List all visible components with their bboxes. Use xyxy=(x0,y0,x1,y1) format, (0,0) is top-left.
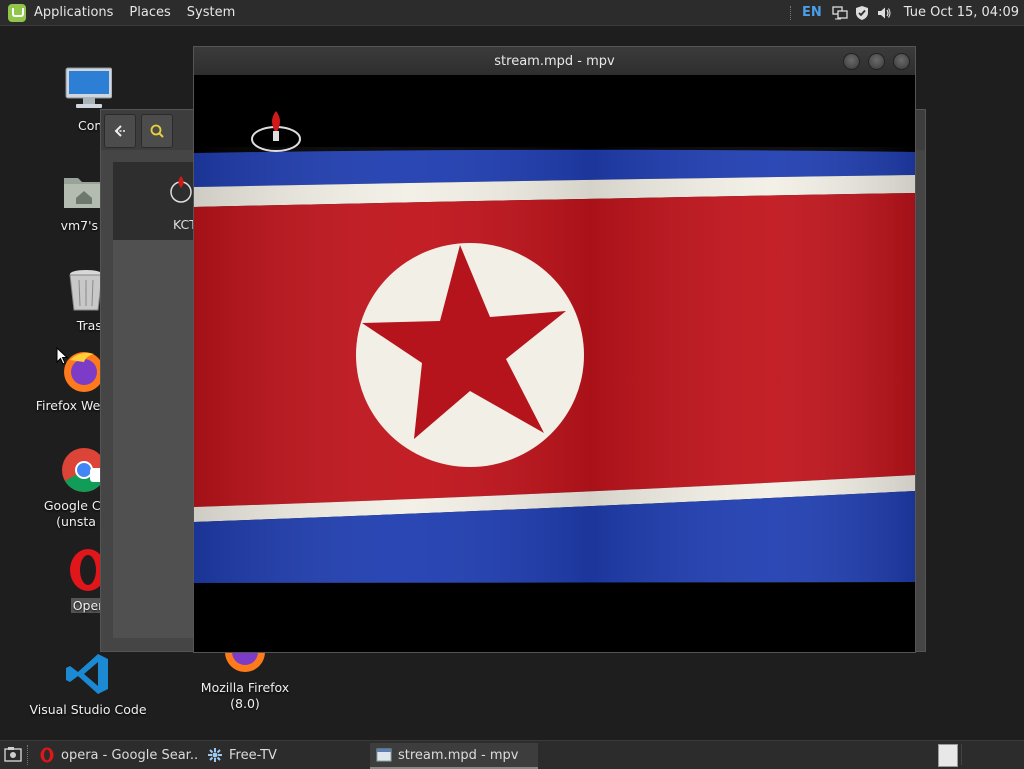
mpv-window[interactable]: stream.mpd - mpv xyxy=(193,46,916,653)
back-button[interactable] xyxy=(104,114,136,148)
tray-separator xyxy=(790,5,792,20)
shield-icon[interactable] xyxy=(854,5,870,21)
desktop-icon-vscode[interactable]: Visual Studio Code xyxy=(28,650,148,718)
taskbar-item-freetv[interactable]: Free-TV xyxy=(201,743,365,767)
workspace-switcher[interactable] xyxy=(938,744,958,767)
desktop-icon-mozilla-firefox[interactable]: Mozilla Firefox (8.0) xyxy=(184,650,306,712)
window-icon xyxy=(376,748,392,762)
search-button[interactable] xyxy=(141,114,173,148)
maximize-button[interactable] xyxy=(868,53,885,70)
video-area[interactable] xyxy=(194,75,915,652)
top-panel: Applications Places System EN Tue Oct 15… xyxy=(0,0,1024,26)
menu-places[interactable]: Places xyxy=(121,5,178,20)
desktop-icon-label: Mozilla Firefox (8.0) xyxy=(200,680,290,711)
back-arrow-icon xyxy=(114,125,125,137)
minimize-button[interactable] xyxy=(843,53,860,70)
menu-system[interactable]: System xyxy=(179,5,243,20)
freetv-icon xyxy=(208,748,222,762)
workspace-switcher-empty[interactable] xyxy=(961,744,1022,765)
taskbar: opera - Google Sear... Free-TV stream.mp… xyxy=(0,740,1024,769)
system-tray: EN Tue Oct 15, 04:09 xyxy=(790,0,1024,25)
close-button[interactable] xyxy=(893,53,910,70)
volume-icon[interactable] xyxy=(876,5,892,21)
clock[interactable]: Tue Oct 15, 04:09 xyxy=(904,5,1019,20)
mpv-titlebar[interactable]: stream.mpd - mpv xyxy=(194,47,915,75)
channel-logo xyxy=(251,111,301,152)
taskbar-item-label: stream.mpd - mpv xyxy=(398,747,519,763)
taskbar-item-label: Free-TV xyxy=(229,747,277,763)
mint-menu-icon[interactable] xyxy=(8,3,26,22)
menu-applications[interactable]: Applications xyxy=(26,5,121,20)
computer-icon xyxy=(64,66,113,114)
taskbar-separator xyxy=(27,745,29,765)
keyboard-layout-indicator[interactable]: EN xyxy=(802,5,822,20)
mouse-cursor-icon xyxy=(56,347,68,365)
search-icon xyxy=(150,124,164,138)
desktop-icon-label: Visual Studio Code xyxy=(29,702,147,717)
kct-logo-icon xyxy=(170,176,192,203)
taskbar-item-mpv[interactable]: stream.mpd - mpv xyxy=(370,743,538,769)
vscode-icon xyxy=(64,650,112,698)
show-desktop-icon[interactable] xyxy=(4,746,22,762)
taskbar-item-opera[interactable]: opera - Google Sear... xyxy=(33,743,197,767)
network-icon[interactable] xyxy=(832,5,848,21)
opera-icon xyxy=(40,747,54,763)
firefox-icon xyxy=(221,650,269,674)
video-frame xyxy=(194,111,915,583)
taskbar-item-label: opera - Google Sear... xyxy=(61,747,197,763)
window-title: stream.mpd - mpv xyxy=(494,53,615,69)
